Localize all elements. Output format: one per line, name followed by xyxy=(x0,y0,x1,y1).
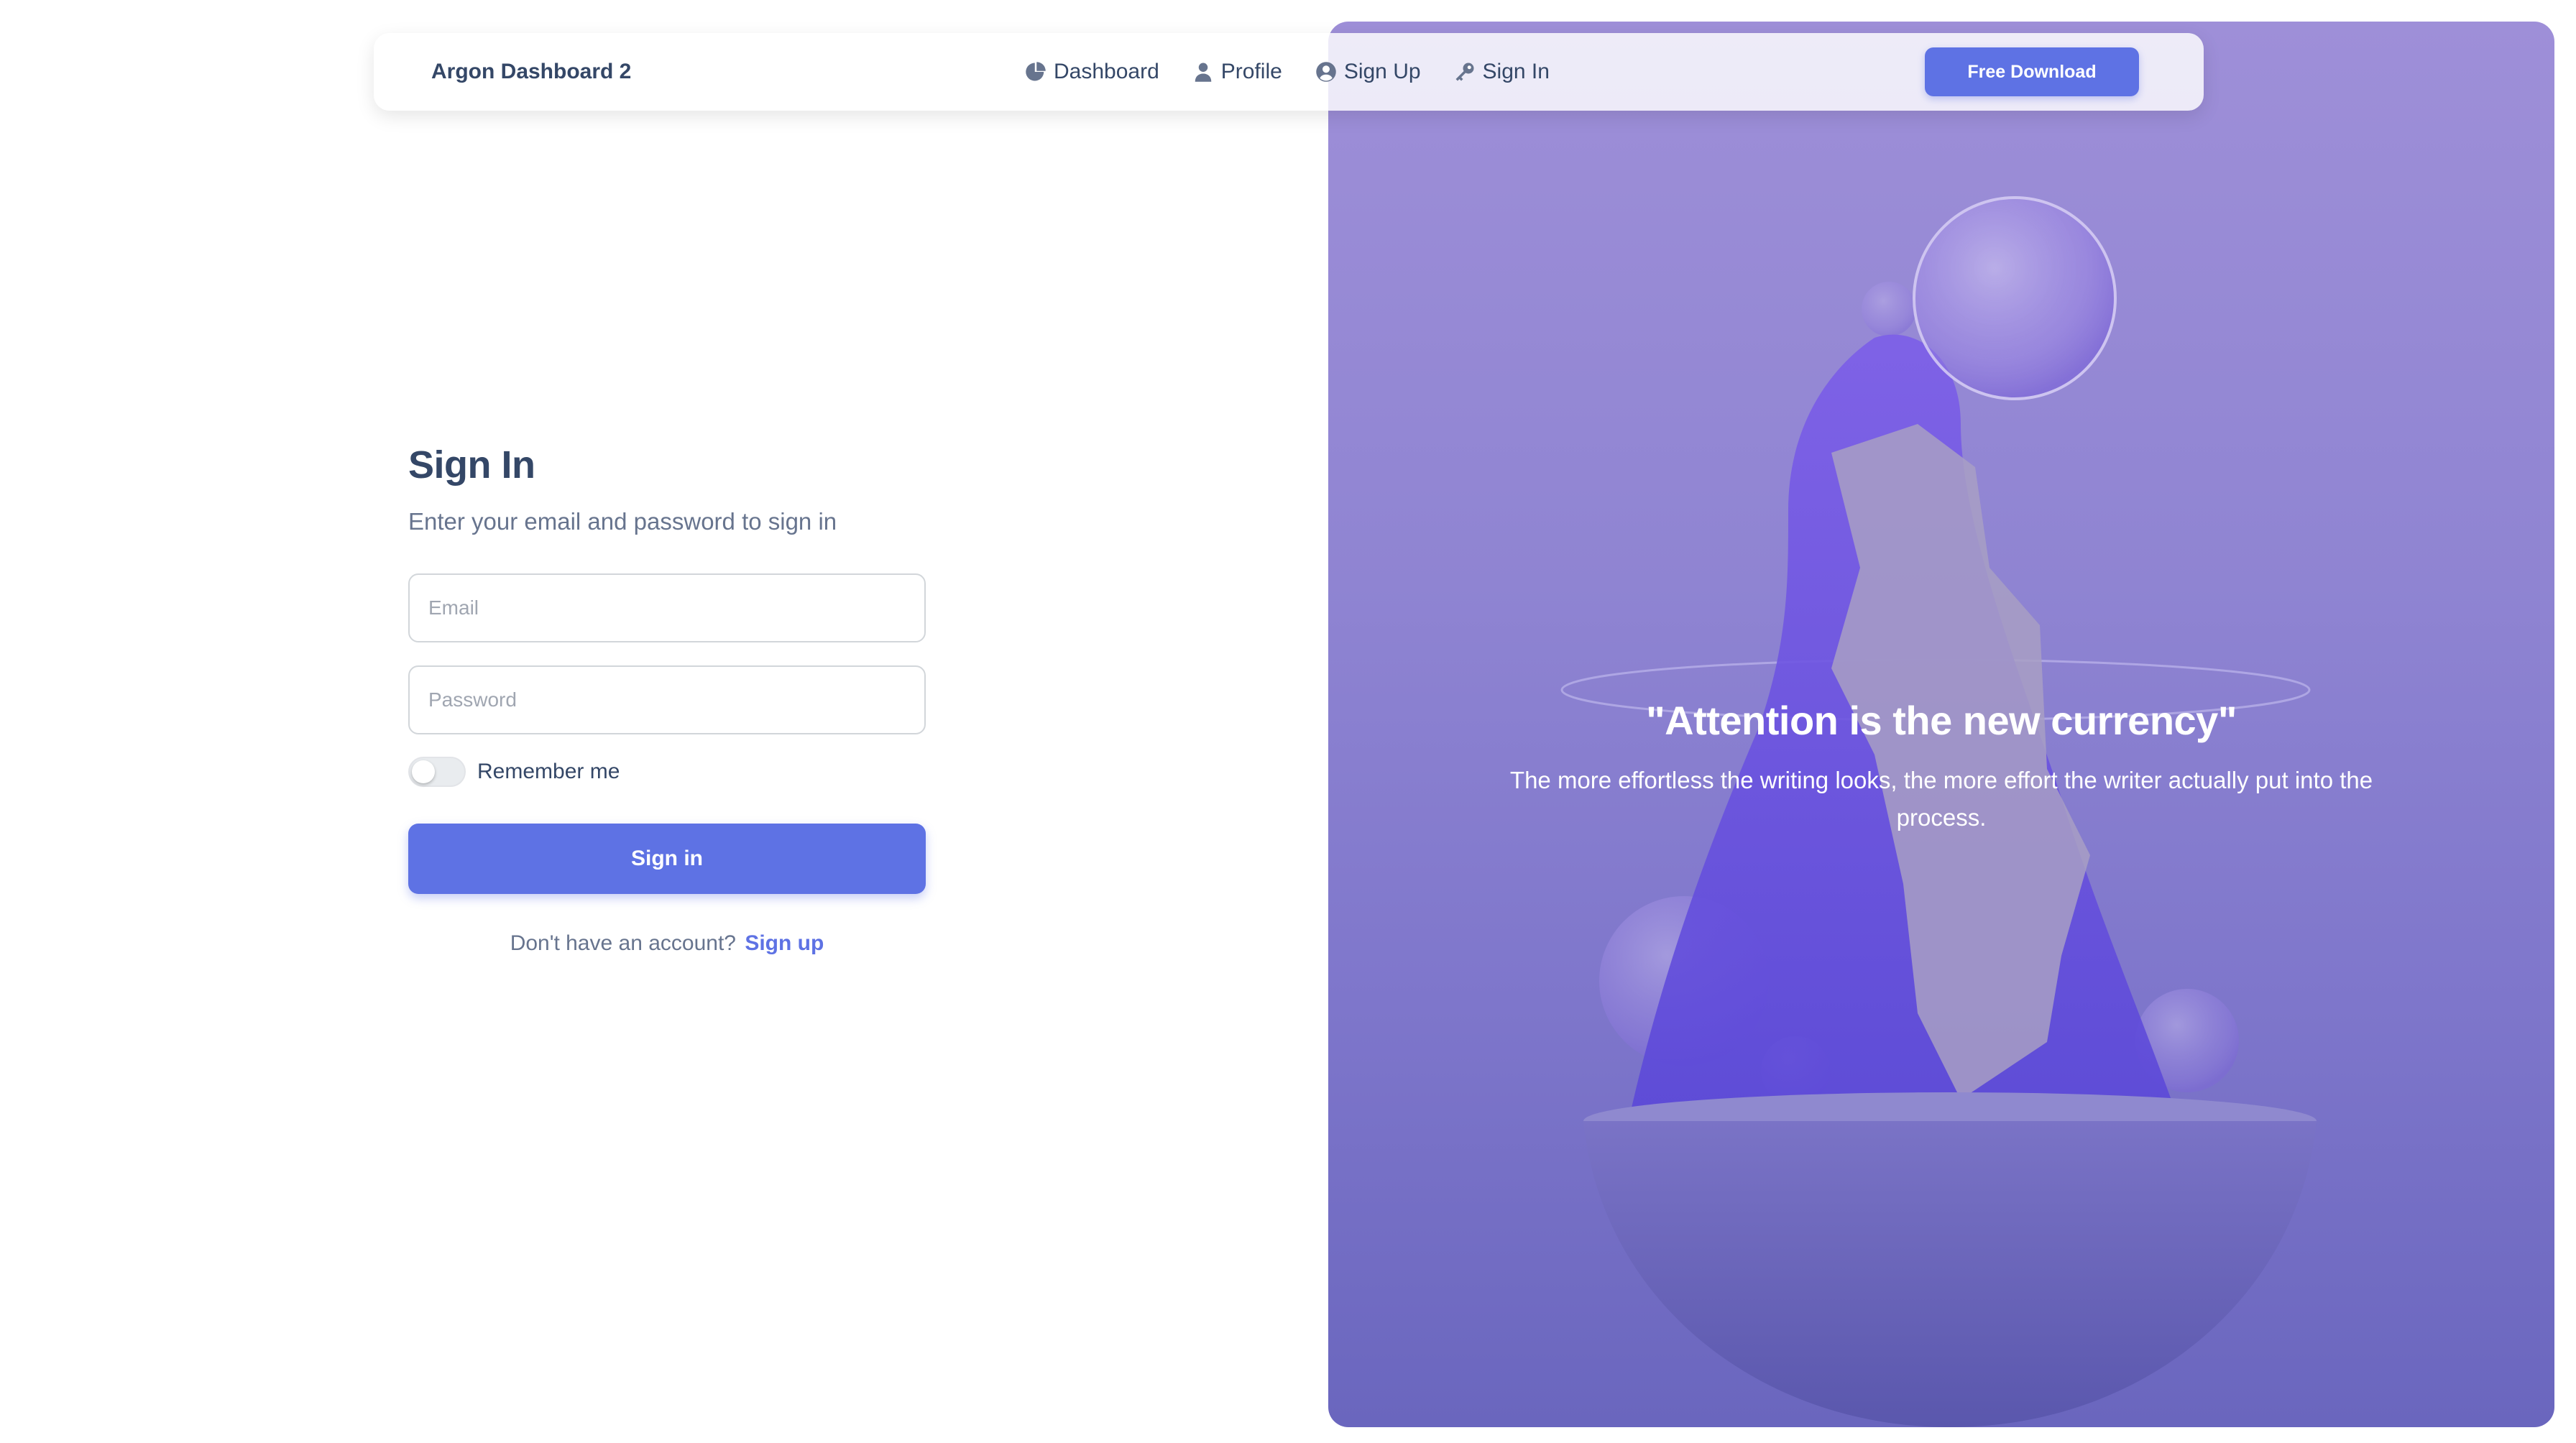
user-circle-icon xyxy=(1315,61,1337,83)
hero-quote: "Attention is the new currency" xyxy=(1646,698,2237,743)
page-title: Sign In xyxy=(408,443,535,487)
remember-me-row: Remember me xyxy=(408,756,926,788)
page-subtitle: Enter your email and password to sign in xyxy=(408,508,837,535)
top-navbar: Argon Dashboard 2 Dashboard Profile Sign… xyxy=(374,33,2204,111)
remember-me-toggle[interactable] xyxy=(408,757,466,787)
signup-prompt: Don't have an account? Sign up xyxy=(408,931,926,956)
sign-in-button[interactable]: Sign in xyxy=(408,824,926,894)
nav-item-dashboard[interactable]: Dashboard xyxy=(1025,60,1159,84)
signin-form: Sign In Enter your email and password to… xyxy=(408,438,926,956)
crystal-ball xyxy=(1913,196,2117,400)
free-download-button[interactable]: Free Download xyxy=(1925,47,2139,96)
nav-item-sign-up[interactable]: Sign Up xyxy=(1315,60,1421,84)
sign-up-link[interactable]: Sign up xyxy=(745,931,824,955)
nav-item-label: Sign Up xyxy=(1343,60,1421,83)
toggle-knob xyxy=(412,760,435,783)
nav-item-label: Sign In xyxy=(1482,60,1550,83)
bubble-tiny xyxy=(1862,282,1916,336)
hero-text: The more effortless the writing looks, t… xyxy=(1509,767,2373,831)
nav-links: Dashboard Profile Sign Up Sign In xyxy=(1025,60,1583,84)
email-field[interactable] xyxy=(408,573,926,642)
key-icon xyxy=(1454,61,1476,83)
nav-item-profile[interactable]: Profile xyxy=(1192,60,1282,84)
nav-item-label: Dashboard xyxy=(1054,60,1159,83)
password-field[interactable] xyxy=(408,665,926,734)
bowl-body xyxy=(1583,1121,2317,1427)
pie-chart-icon xyxy=(1025,61,1046,83)
nav-item-label: Profile xyxy=(1220,60,1282,83)
nav-item-sign-in[interactable]: Sign In xyxy=(1454,60,1550,84)
remember-me-label: Remember me xyxy=(477,760,620,783)
user-icon xyxy=(1192,61,1214,83)
hero-panel: "Attention is the new currency" The more… xyxy=(1328,22,2554,1427)
no-account-text: Don't have an account? xyxy=(510,931,736,955)
brand-logo-text[interactable]: Argon Dashboard 2 xyxy=(431,60,631,84)
